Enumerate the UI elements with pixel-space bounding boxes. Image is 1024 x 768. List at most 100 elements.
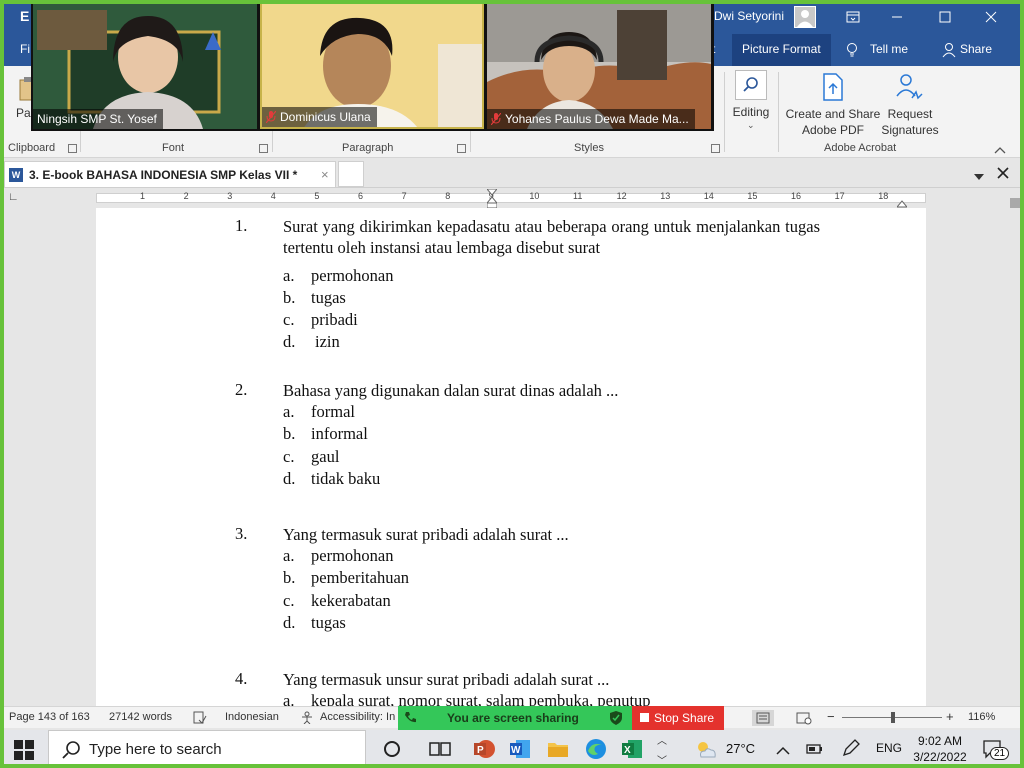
horizontal-ruler[interactable]: ∟ 1 2 3 4 5 6 7 8 9 10 11 12 13 14 15 16 17 18	[0, 188, 1024, 209]
edge-icon[interactable]	[584, 737, 608, 761]
taskbar-search-box[interactable]: Type here to search	[48, 730, 366, 768]
option-text: permohonan	[311, 546, 394, 565]
paragraph-launcher-icon[interactable]	[457, 144, 466, 153]
language-indicator[interactable]: Indonesian	[225, 711, 279, 723]
ruler-number: 6	[358, 191, 364, 201]
option-letter: b.	[283, 288, 296, 307]
tab-picture-format[interactable]: Picture Format	[732, 34, 831, 66]
option-letter: d.	[283, 469, 296, 488]
excel-icon[interactable]: X	[620, 737, 644, 761]
maximize-button[interactable]	[928, 4, 962, 30]
weather-icon[interactable]	[695, 739, 717, 764]
video-tile-ningsih[interactable]: Ningsih SMP St. Yosef	[33, 2, 257, 129]
chevron-up-icon[interactable]: ︿	[657, 732, 667, 747]
zoom-in-button[interactable]: +	[946, 709, 954, 724]
request-signatures-button[interactable]: Request Signatures	[880, 70, 940, 140]
accessibility-status[interactable]: Accessibility: In	[320, 711, 395, 723]
accessibility-icon[interactable]	[301, 711, 314, 727]
close-window-button[interactable]	[974, 4, 1008, 30]
zoom-level[interactable]: 116%	[968, 711, 995, 723]
screen-sharing-indicator[interactable]: You are screen sharing	[398, 706, 632, 730]
word-icon[interactable]: W	[508, 737, 532, 761]
user-avatar-icon[interactable]	[794, 6, 816, 28]
tab-file[interactable]: Fi	[20, 42, 30, 56]
option-text: kepala surat, nomor surat, salam pembuka…	[311, 691, 651, 706]
video-tile-yohanes[interactable]: Yohanes Paulus Dewa Made Ma...	[487, 2, 711, 129]
zoom-out-button[interactable]: −	[827, 709, 835, 724]
styles-launcher-icon[interactable]	[711, 144, 720, 153]
tab-list-dropdown-icon[interactable]	[974, 168, 984, 186]
participant-name-row: Dominicus Ulana	[262, 107, 377, 127]
option-letter: a.	[283, 402, 295, 421]
participant-name-row: Yohanes Paulus Dewa Made Ma...	[487, 109, 695, 129]
group-separator	[778, 72, 779, 152]
tab-stop-selector-icon[interactable]: ∟	[8, 191, 19, 203]
share-button[interactable]: Share	[960, 42, 992, 56]
ribbon-display-options-icon[interactable]	[836, 4, 870, 30]
ruler-number: 18	[878, 191, 889, 201]
zoom-slider-thumb[interactable]	[891, 712, 895, 723]
user-name[interactable]: Dwi Setyorini	[714, 9, 784, 23]
task-view-icon[interactable]	[428, 737, 452, 761]
page-count[interactable]: Page 143 of 163	[9, 711, 90, 723]
print-layout-view-icon[interactable]	[752, 710, 774, 726]
question-number: 4.	[235, 669, 248, 688]
option-text: kekerabatan	[311, 591, 391, 610]
option-text: pemberitahuan	[311, 568, 410, 587]
request-signatures-label-1: Request	[887, 107, 933, 121]
document-tab[interactable]: W 3. E-book BAHASA INDONESIA SMP Kelas V…	[4, 161, 336, 187]
document-area: 1. Surat yang dikirimkan kepadasatu atau…	[0, 208, 1024, 706]
option-text: tugas	[311, 288, 346, 307]
ruler-number: 3	[227, 191, 233, 201]
participant-name: Yohanes Paulus Dewa Made Ma...	[505, 112, 689, 126]
option-text: izin	[315, 332, 340, 351]
create-share-pdf-button[interactable]: Create and Share Adobe PDF	[784, 70, 882, 140]
close-tab-icon[interactable]: ×	[321, 167, 329, 182]
screen-sharing-text: You are screen sharing	[447, 711, 579, 725]
word-count[interactable]: 27142 words	[109, 711, 172, 723]
option-letter: d.	[283, 613, 296, 632]
web-layout-view-icon[interactable]	[796, 711, 812, 728]
cortana-icon[interactable]	[380, 737, 404, 761]
option-letter: c.	[283, 591, 295, 610]
option-text: tugas	[311, 613, 346, 632]
input-language[interactable]: ENG	[876, 741, 902, 755]
option-text: formal	[311, 402, 355, 421]
ruler-number: 11	[573, 191, 583, 201]
ruler-number: 12	[616, 191, 627, 201]
font-launcher-icon[interactable]	[259, 144, 268, 153]
video-tile-dominicus[interactable]: Dominicus Ulana	[260, 2, 484, 129]
participant-name: Dominicus Ulana	[280, 110, 371, 124]
ruler-strip	[96, 193, 926, 203]
battery-icon[interactable]	[806, 742, 824, 760]
system-clock[interactable]: 9:02 AM 3/22/2022	[910, 733, 970, 765]
minimize-button[interactable]	[880, 4, 914, 30]
document-tab-title: 3. E-book BAHASA INDONESIA SMP Kelas VII…	[29, 168, 298, 182]
app-letter: E	[20, 8, 30, 24]
question-number: 3.	[235, 524, 248, 543]
participant-name: Ningsih SMP St. Yosef	[33, 109, 163, 129]
clock-time: 9:02 AM	[917, 734, 963, 748]
pen-icon[interactable]	[842, 739, 860, 762]
show-hidden-icons-icon[interactable]	[776, 742, 790, 760]
file-explorer-icon[interactable]	[546, 737, 570, 761]
clipboard-launcher-icon[interactable]	[68, 144, 77, 153]
muted-mic-icon	[491, 113, 501, 125]
tell-me-search[interactable]: Tell me	[870, 42, 908, 56]
document-page[interactable]: 1. Surat yang dikirimkan kepadasatu atau…	[96, 208, 926, 706]
powerpoint-icon[interactable]: P	[472, 737, 496, 761]
close-document-icon[interactable]	[997, 166, 1009, 184]
chevron-down-icon[interactable]: ﹀	[657, 752, 667, 767]
editing-button[interactable]: Editing ⌄	[730, 68, 772, 138]
option-letter: b.	[283, 424, 296, 443]
windows-start-icon[interactable]	[14, 740, 34, 765]
proofing-icon[interactable]	[193, 711, 207, 727]
temperature[interactable]: 27°C	[726, 741, 755, 756]
new-tab-button[interactable]	[338, 161, 364, 187]
ruler-number: 17	[834, 191, 845, 201]
option-letter: d.	[283, 332, 296, 351]
option-text: permohonan	[311, 266, 394, 285]
share-person-icon	[942, 42, 956, 61]
stop-share-button[interactable]: Stop Share	[632, 706, 724, 730]
screen-share-bar: You are screen sharing Stop Share	[398, 706, 724, 730]
